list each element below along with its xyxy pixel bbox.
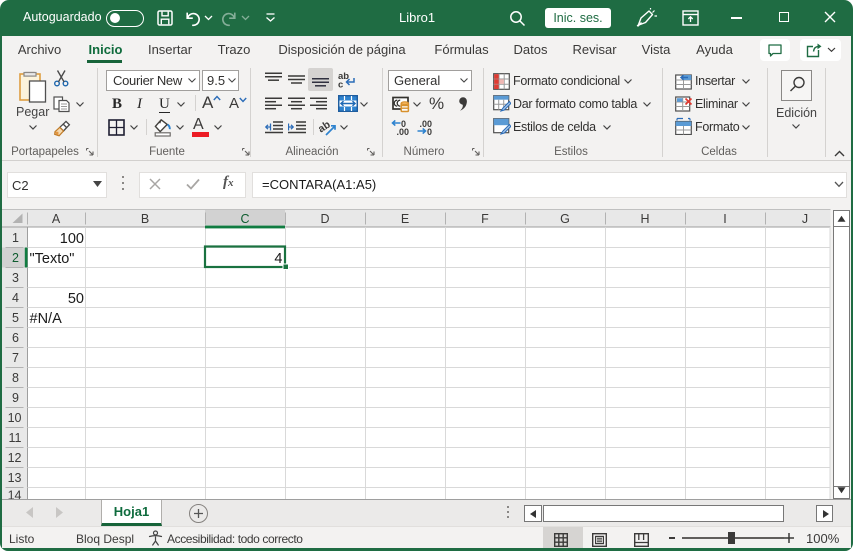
svg-text:1: 1 bbox=[12, 231, 19, 245]
svg-text:3: 3 bbox=[12, 271, 19, 285]
svg-text:6: 6 bbox=[12, 331, 19, 345]
svg-text:ab: ab bbox=[319, 119, 333, 135]
svg-text:I: I bbox=[723, 212, 726, 226]
svg-text:8: 8 bbox=[12, 371, 19, 385]
svg-text:B: B bbox=[141, 212, 149, 226]
svg-text:50: 50 bbox=[68, 291, 84, 307]
svg-text:J: J bbox=[802, 212, 808, 226]
svg-text:13: 13 bbox=[8, 471, 22, 485]
svg-text:10: 10 bbox=[8, 411, 22, 425]
svg-text:C: C bbox=[240, 212, 249, 226]
svg-text:"Texto": "Texto" bbox=[30, 251, 75, 267]
svg-text:c: c bbox=[338, 80, 343, 89]
svg-text:A: A bbox=[52, 212, 61, 226]
svg-text:4: 4 bbox=[274, 251, 282, 267]
svg-text:2: 2 bbox=[12, 251, 19, 265]
svg-text:D: D bbox=[320, 212, 329, 226]
svg-text:9: 9 bbox=[12, 391, 19, 405]
svg-text:11: 11 bbox=[9, 431, 22, 445]
svg-text:.00: .00 bbox=[397, 127, 410, 135]
svg-text:#N/A: #N/A bbox=[30, 311, 63, 327]
svg-text:4: 4 bbox=[12, 291, 19, 305]
svg-text:E: E bbox=[401, 212, 409, 226]
svg-text:0: 0 bbox=[427, 127, 432, 135]
svg-text:G: G bbox=[560, 212, 570, 226]
svg-text:12: 12 bbox=[8, 451, 22, 465]
svg-text:100: 100 bbox=[60, 231, 84, 247]
svg-text:H: H bbox=[640, 212, 649, 226]
svg-text:7: 7 bbox=[12, 351, 19, 365]
svg-text:F: F bbox=[481, 212, 489, 226]
svg-text:5: 5 bbox=[12, 311, 19, 325]
